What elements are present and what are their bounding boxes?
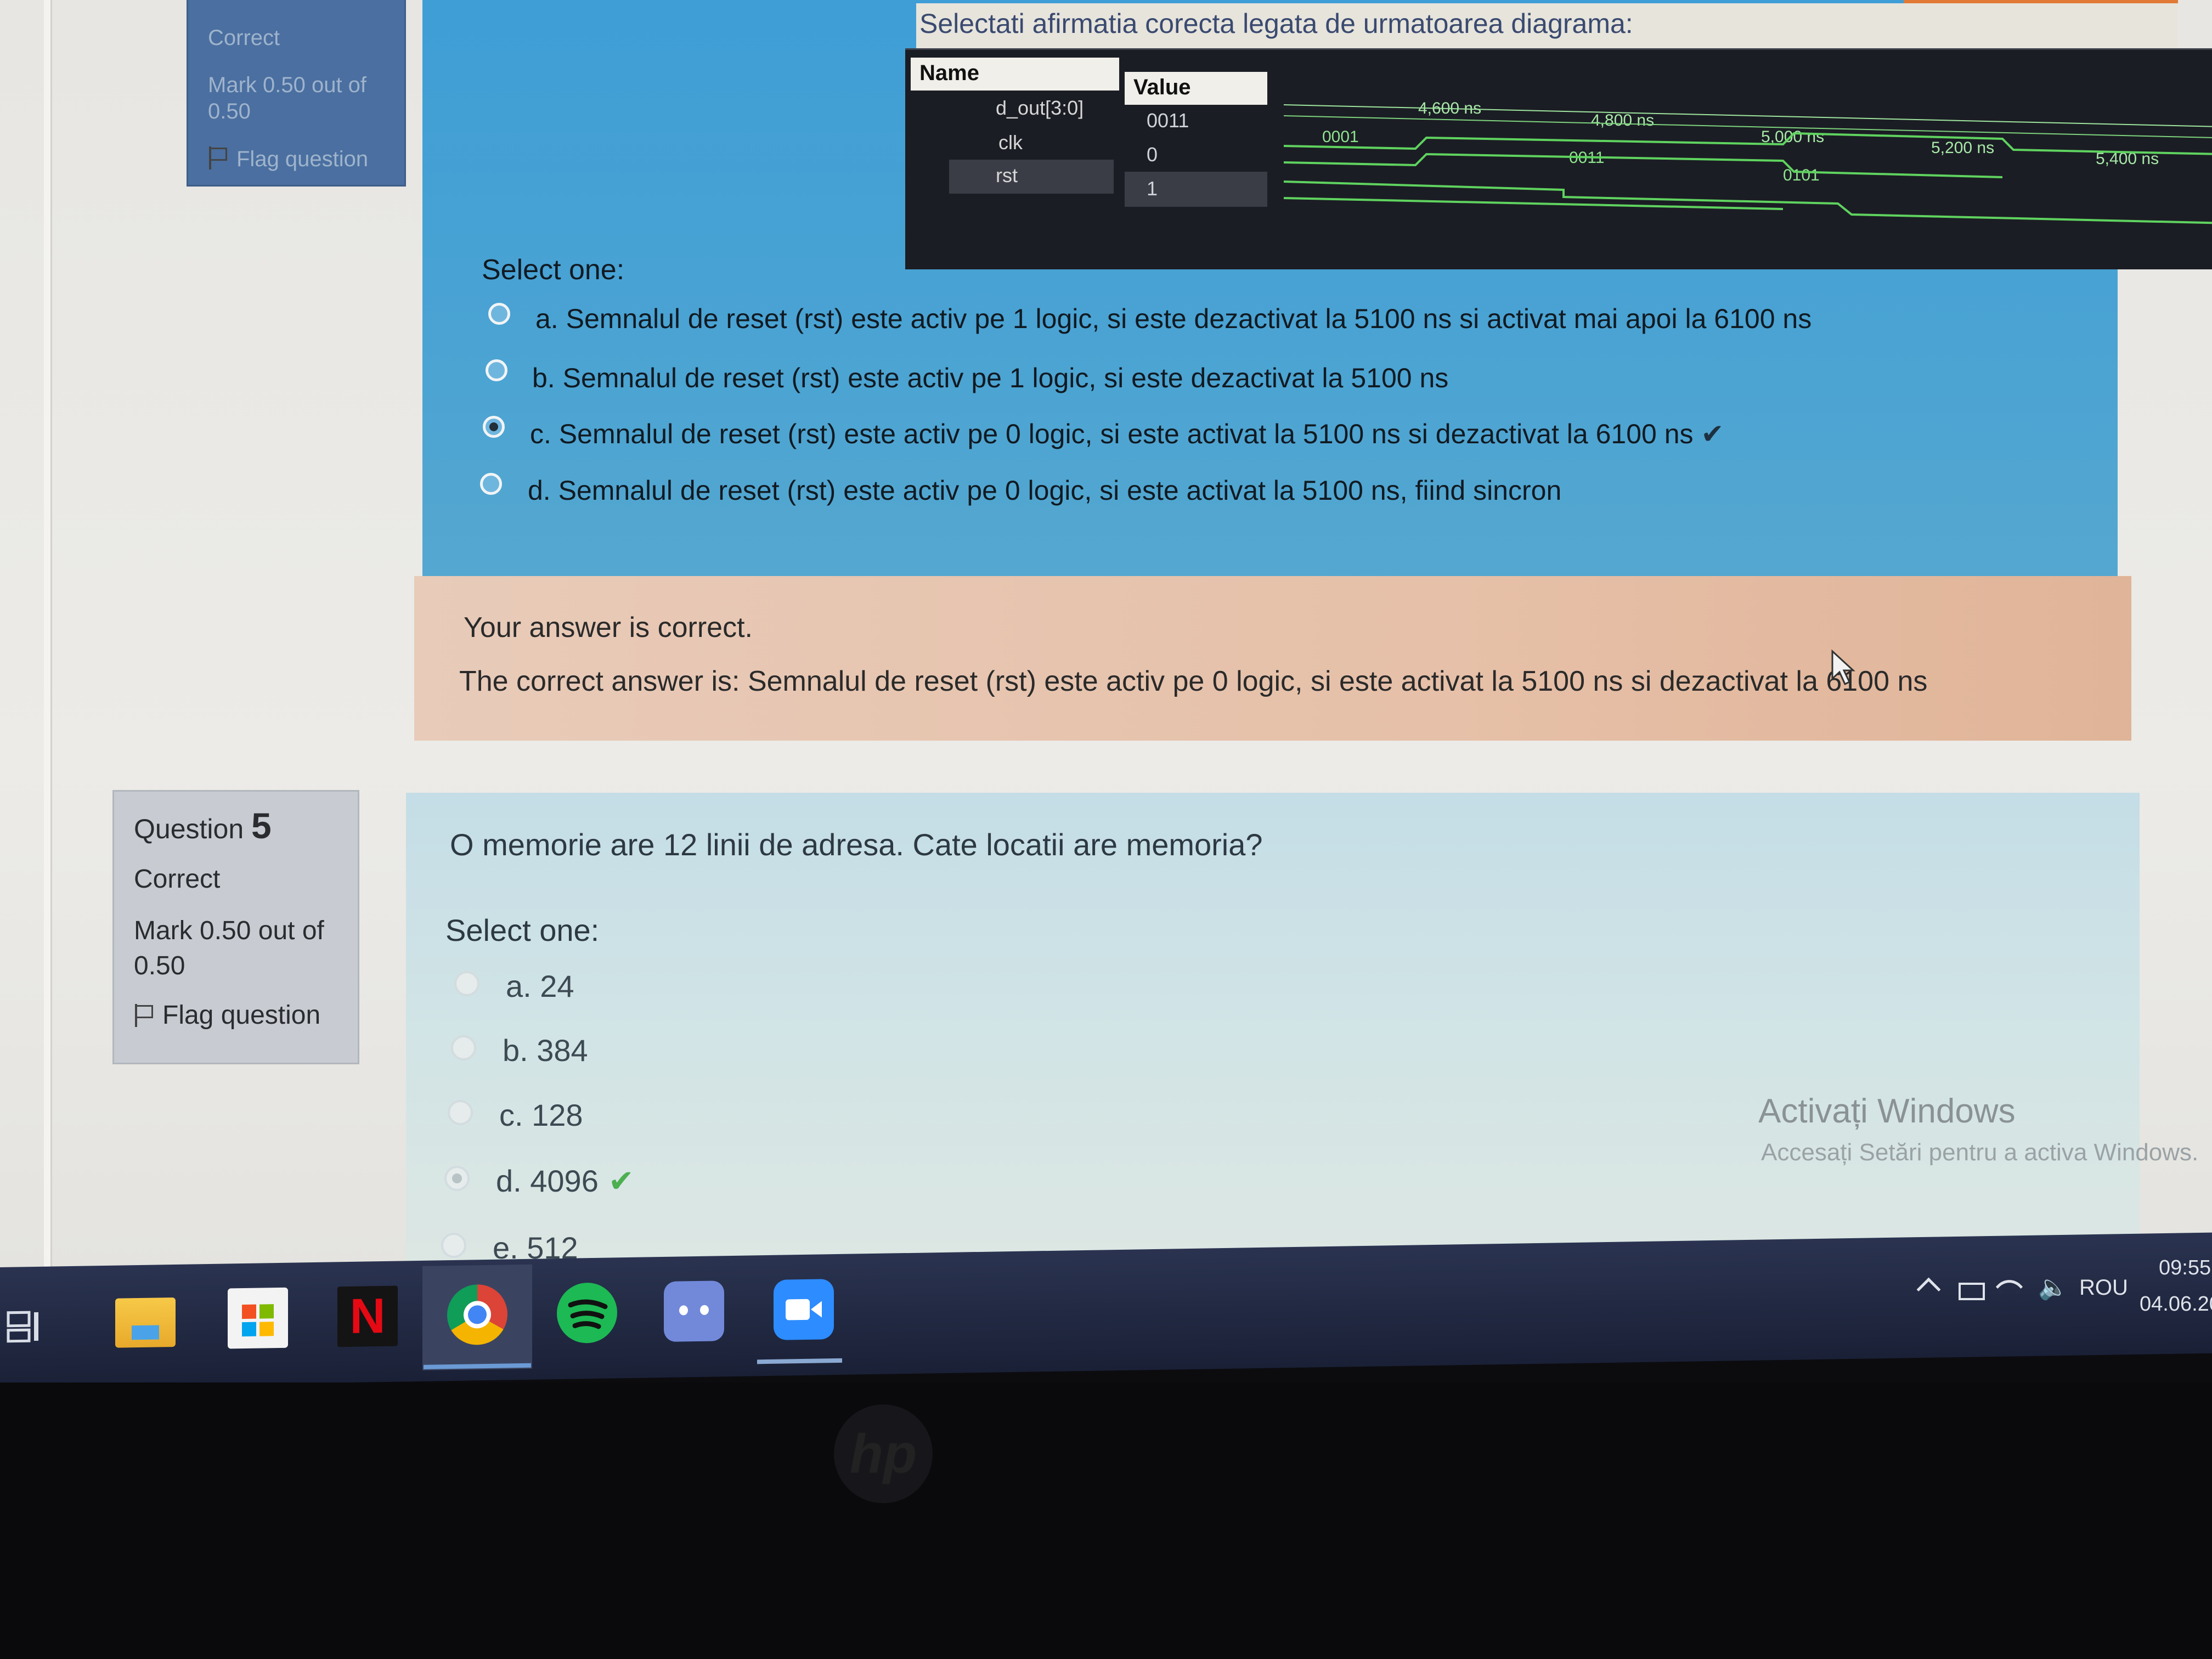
checkmark-icon: ✔: [608, 1164, 634, 1198]
radio-option-b[interactable]: [486, 359, 507, 381]
discord-icon[interactable]: [664, 1280, 724, 1342]
page-left-border: [44, 0, 52, 1278]
laptop-bezel: hp: [0, 1383, 2212, 1659]
option-label-b[interactable]: b. Semnalul de reset (rst) este activ pe…: [532, 362, 1448, 394]
flag-question-link[interactable]: Flag question: [208, 146, 385, 172]
flag-icon: [208, 146, 227, 170]
option-label-c[interactable]: c. 128: [499, 1097, 583, 1133]
radio-option-e[interactable]: [441, 1233, 466, 1258]
radio-option-d[interactable]: [480, 473, 502, 495]
task-view-icon[interactable]: [5, 1308, 44, 1347]
flag-question-link[interactable]: Flag question: [134, 1000, 338, 1030]
question-mark: Mark 0.50 out of 0.50: [134, 916, 324, 980]
volume-icon[interactable]: 🔈: [2038, 1273, 2068, 1301]
windows-activation-title: Activați Windows: [1758, 1092, 2016, 1130]
waveform-traces: [1283, 104, 2212, 224]
option-label-c[interactable]: c. Semnalul de reset (rst) este activ pe…: [530, 418, 1724, 450]
question-4-info: Correct Mark 0.50 out of 0.50 Flag quest…: [187, 0, 406, 187]
select-one-label: Select one:: [445, 913, 600, 947]
clock-time[interactable]: 09:55: [2159, 1256, 2211, 1280]
question-status: Correct: [208, 26, 280, 50]
mouse-cursor-icon: [1831, 649, 1855, 686]
option-label-a[interactable]: a. 24: [506, 968, 574, 1004]
radio-option-a[interactable]: [454, 971, 479, 996]
zoom-icon[interactable]: [774, 1279, 834, 1340]
radio-option-b[interactable]: [451, 1035, 476, 1060]
question-number: Question 5: [134, 805, 272, 846]
radio-option-c[interactable]: [483, 416, 505, 438]
clock-date[interactable]: 04.06.20: [2140, 1293, 2212, 1316]
file-explorer-icon[interactable]: [115, 1297, 176, 1348]
question-mark: Mark 0.50 out of 0.50: [208, 73, 367, 123]
question-5-info: Question 5 Correct Mark 0.50 out of 0.50…: [112, 790, 359, 1064]
browser-viewport: Correct Mark 0.50 out of 0.50 Flag quest…: [0, 0, 2212, 1278]
option-label-a[interactable]: a. Semnalul de reset (rst) este activ pe…: [535, 303, 1812, 335]
netflix-icon[interactable]: N: [337, 1285, 398, 1347]
feedback-result: Your answer is correct.: [464, 612, 753, 644]
radio-option-d[interactable]: [444, 1166, 470, 1191]
question-status: Correct: [134, 865, 221, 894]
hp-logo: hp: [834, 1404, 933, 1503]
microsoft-store-icon[interactable]: [228, 1287, 288, 1349]
spotify-icon[interactable]: [557, 1282, 617, 1344]
zoom-running-indicator: [757, 1358, 842, 1364]
language-indicator[interactable]: ROU: [2079, 1276, 2128, 1300]
select-one-label: Select one:: [482, 254, 625, 286]
checkmark-icon: ✔: [1701, 419, 1724, 449]
waveform-diagram: Name Value d_out[3:0] 0011 clk 0 rst 1 4…: [905, 48, 2212, 269]
question-4-panel: Selectati afirmatia corecta legata de ur…: [422, 0, 2212, 612]
option-label-d[interactable]: d. 4096 ✔: [496, 1163, 634, 1199]
feedback-box: Your answer is correct. The correct answ…: [414, 576, 2131, 741]
feedback-correct-answer: The correct answer is: Semnalul de reset…: [459, 665, 1928, 697]
radio-option-a[interactable]: [488, 303, 510, 325]
windows-activation-subtitle: Accesați Setări pentru a activa Windows.: [1761, 1139, 2199, 1166]
chevron-up-icon[interactable]: [1916, 1277, 1941, 1302]
question-5-panel: O memorie are 12 linii de adresa. Cate l…: [406, 793, 2140, 1278]
flag-icon: [134, 1004, 153, 1027]
system-tray: 🔈 ROU 09:55 04.06.20: [1909, 1256, 2212, 1339]
option-label-d[interactable]: d. Semnalul de reset (rst) este activ pe…: [528, 475, 1561, 506]
battery-icon[interactable]: [1959, 1283, 1985, 1300]
question-text: O memorie are 12 linii de adresa. Cate l…: [450, 827, 1263, 862]
option-label-b[interactable]: b. 384: [503, 1032, 588, 1068]
radio-option-c[interactable]: [448, 1100, 473, 1125]
wifi-icon[interactable]: [1995, 1273, 2023, 1301]
